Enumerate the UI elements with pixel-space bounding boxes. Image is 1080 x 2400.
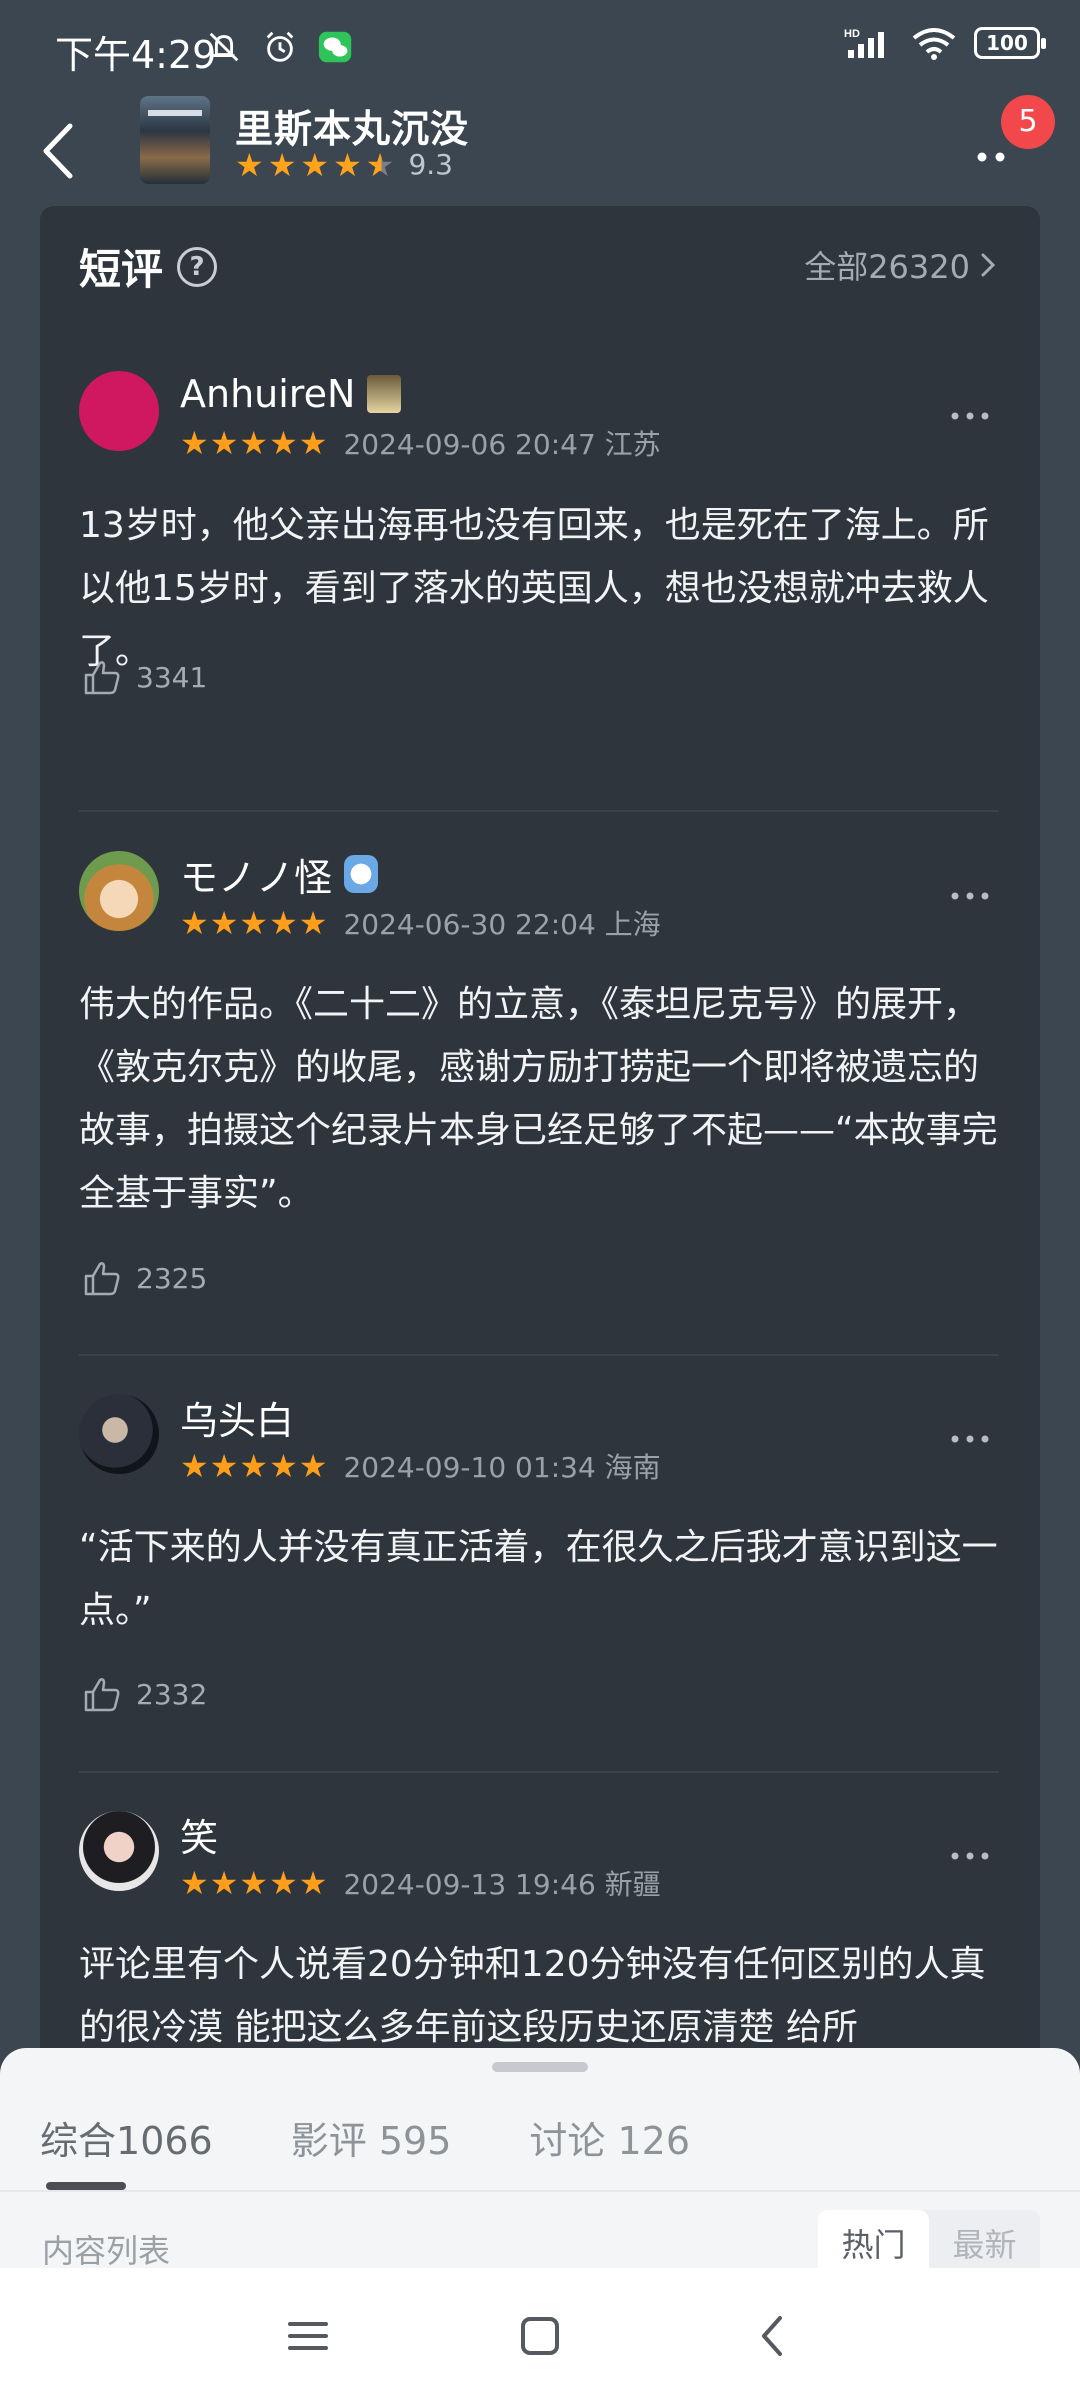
review-text: 伟大的作品。《二十二》的立意，《泰坦尼克号》的展开，《敦克尔克》的收尾，感谢方励…: [79, 984, 998, 1214]
short-reviews-card: 短评 ? 全部26320 AnhuireN ★ ★ ★ ★ ★ 2024-09-06 2…: [40, 206, 1040, 2206]
star-icon: ★: [300, 145, 330, 184]
thumbs-up-icon: [84, 1262, 120, 1296]
rating-score: 9.3: [408, 148, 453, 181]
notification-badge: 5: [1001, 95, 1055, 149]
back-nav-icon[interactable]: [746, 2308, 802, 2364]
hd-signal-icon: HD: [844, 28, 884, 58]
review-date: 2024-06-30 22:04 上海: [343, 908, 661, 941]
username[interactable]: AnhuireN: [180, 371, 402, 417]
section-header: 短评 ?: [79, 236, 218, 297]
tab-label: 讨论: [529, 2119, 606, 2163]
all-reviews-label: 全部26320: [804, 248, 970, 286]
status-time: 下午4:29: [55, 33, 217, 77]
review-more-button[interactable]: [950, 891, 990, 901]
thumbs-up-icon: [84, 661, 120, 695]
wechat-icon: [318, 31, 352, 63]
movie-header: 里斯本丸沉没 ★ ★ ★ ★ ★ 9.3: [0, 96, 1080, 206]
review-more-button[interactable]: [950, 411, 990, 421]
content-tabs: 综合1066 影评 595 讨论 126: [40, 2110, 768, 2165]
review-stars: ★ ★ ★ ★ ★: [180, 424, 328, 462]
status-icons-right: HD 100: [844, 26, 1046, 60]
star-icon: ★: [333, 145, 362, 184]
movie-rating: ★ ★ ★ ★ ★ 9.3: [235, 148, 453, 181]
review-item[interactable]: モノノ怪 ★ ★ ★ ★ ★ 2024-06-30 22:04 上海 伟大的作品。《二十…: [40, 851, 1040, 1296]
tab-count: 1066: [116, 2119, 213, 2163]
tab-count: 126: [617, 2119, 691, 2163]
review-meta: ★ ★ ★ ★ ★ 2024-09-10 01:34 海南: [180, 1446, 661, 1486]
tab-count: 595: [378, 2119, 452, 2163]
tab-discussion[interactable]: 讨论 126: [529, 2110, 690, 2165]
star-icon: ★: [267, 145, 297, 184]
battery-icon: 100: [974, 27, 1046, 59]
username[interactable]: モノノ怪: [180, 851, 379, 900]
like-count: 3341: [136, 660, 208, 694]
system-nav-bar: [0, 2268, 1080, 2400]
username[interactable]: 乌头白: [180, 1394, 294, 1443]
section-title: 短评: [79, 245, 164, 294]
review-stars: ★ ★ ★ ★ ★: [180, 1864, 328, 1902]
tab-overall[interactable]: 综合1066: [40, 2110, 213, 2165]
menu-icon[interactable]: [280, 2308, 336, 2364]
star-icon: ★: [235, 145, 264, 184]
review-item[interactable]: 乌头白 ★ ★ ★ ★ ★ 2024-09-10 01:34 海南 “活下来的人并没有真…: [40, 1394, 1040, 1714]
avatar[interactable]: [79, 851, 159, 931]
review-date: 2024-09-06 20:47 江苏: [343, 428, 661, 461]
tab-label: 综合: [40, 2119, 117, 2163]
avatar[interactable]: [79, 1811, 159, 1891]
divider: [0, 2190, 1080, 2192]
alarm-icon: [266, 31, 294, 62]
username-label: 笑: [180, 1815, 219, 1860]
user-badge-icon: [344, 855, 379, 893]
mute-icon: [209, 32, 239, 62]
review-stars: ★ ★ ★ ★ ★: [180, 1447, 328, 1485]
review-meta: ★ ★ ★ ★ ★ 2024-09-06 20:47 江苏: [180, 423, 661, 463]
avatar[interactable]: [79, 371, 159, 451]
wifi-icon: [912, 28, 956, 60]
divider: [79, 810, 999, 812]
review-meta: ★ ★ ★ ★ ★ 2024-09-13 19:46 新疆: [180, 1863, 661, 1903]
half-star-icon: ★: [365, 145, 395, 184]
like-count: 2325: [136, 1261, 208, 1295]
chevron-right-icon: [981, 253, 996, 277]
review-more-button[interactable]: [950, 1851, 990, 1861]
username-label: モノノ怪: [180, 855, 333, 900]
active-tab-indicator: [46, 2182, 126, 2190]
status-icons-left: [205, 28, 355, 66]
username-label: AnhuireN: [180, 372, 356, 416]
back-button[interactable]: [30, 116, 90, 186]
help-icon[interactable]: ?: [177, 246, 218, 287]
like-button[interactable]: 3341: [82, 657, 207, 697]
review-text: 13岁时，他父亲出海再也没有回来，也是死在了海上。所以他15岁时，看到了落水的英…: [79, 505, 989, 672]
thumbs-up-icon: [84, 1678, 120, 1712]
content-list-label: 内容列表: [42, 2232, 171, 2270]
sheet-drag-handle[interactable]: [492, 2062, 588, 2072]
svg-text:HD: HD: [844, 28, 860, 40]
divider: [79, 1771, 999, 1773]
username-label: 乌头白: [180, 1398, 295, 1443]
movie-poster[interactable]: [140, 96, 210, 184]
review-date: 2024-09-13 19:46 新疆: [343, 1868, 661, 1901]
like-button[interactable]: 2325: [82, 1258, 207, 1298]
review-text: 评论里有个人说看20分钟和120分钟没有任何区别的人真的很冷漠 能把这么多年前这…: [79, 1944, 986, 2048]
tab-reviews[interactable]: 影评 595: [291, 2110, 452, 2165]
tab-label: 影评: [290, 2119, 367, 2163]
like-button[interactable]: 2332: [82, 1674, 207, 1714]
review-more-button[interactable]: [950, 1434, 990, 1444]
all-reviews-link[interactable]: 全部26320: [804, 242, 996, 288]
home-icon[interactable]: [512, 2308, 568, 2364]
divider: [79, 1354, 999, 1356]
review-stars: ★ ★ ★ ★ ★: [180, 904, 328, 942]
status-bar: 下午4:29 HD 100: [0, 0, 1080, 96]
user-badge-icon: [367, 375, 402, 413]
review-text: “活下来的人并没有真正活着，在很久之后我才意识到这一点。”: [79, 1527, 998, 1631]
review-date: 2024-09-10 01:34 海南: [343, 1451, 661, 1484]
review-meta: ★ ★ ★ ★ ★ 2024-06-30 22:04 上海: [180, 903, 661, 943]
like-count: 2332: [136, 1677, 208, 1711]
username[interactable]: 笑: [180, 1811, 218, 1860]
review-item[interactable]: AnhuireN ★ ★ ★ ★ ★ 2024-09-06 20:47 江苏 13岁时，…: [40, 371, 1040, 695]
movie-title: 里斯本丸沉没: [235, 107, 470, 151]
avatar[interactable]: [79, 1394, 159, 1474]
